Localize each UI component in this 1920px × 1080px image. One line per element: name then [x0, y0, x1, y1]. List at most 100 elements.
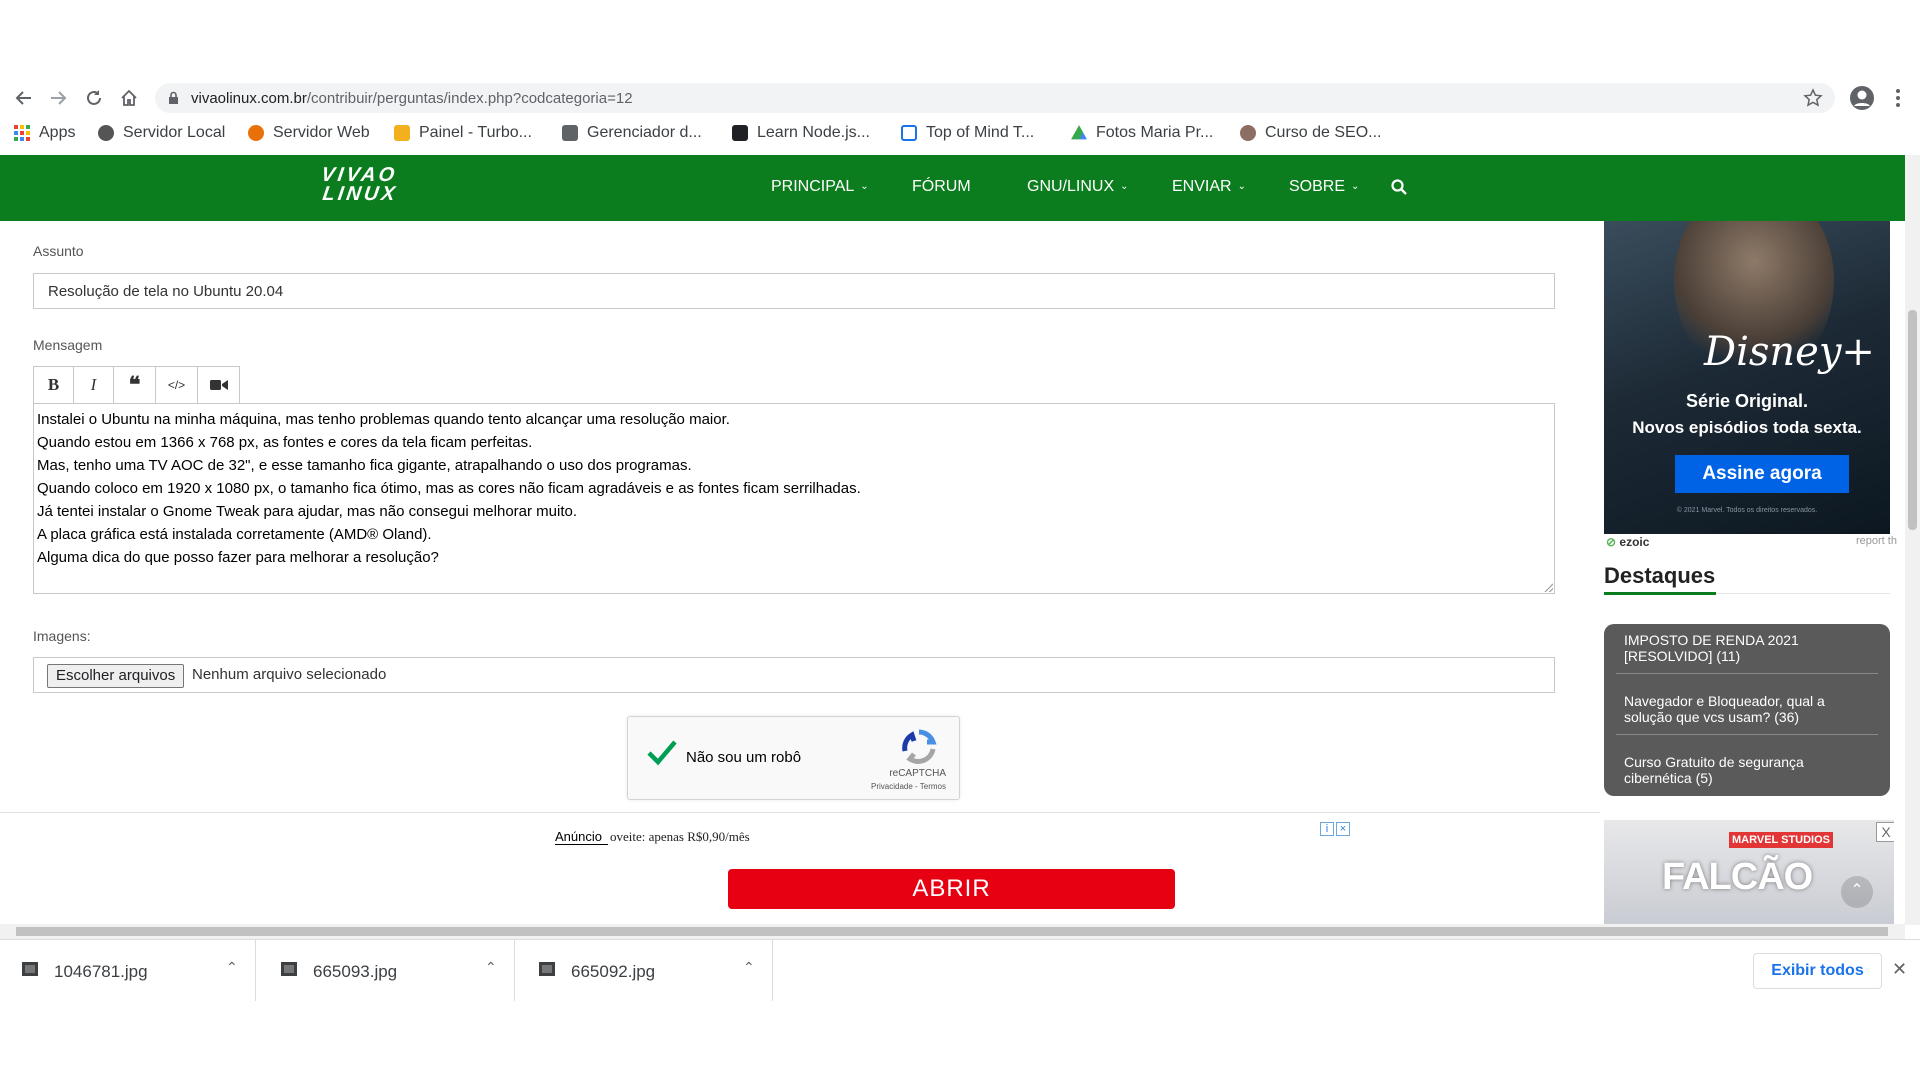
- menu-gnu-linux[interactable]: GNU/LINUX ⌄: [1027, 178, 1129, 196]
- bookmark-label: Servidor Local: [123, 124, 226, 141]
- marvel-falcao-ad[interactable]: MARVEL STUDIOS FALCÃO X ⌃: [1604, 820, 1894, 924]
- bookmark-label: Curso de SEO...: [1265, 124, 1382, 141]
- captcha-terms-link[interactable]: Privacidade - Termos: [871, 782, 946, 791]
- checkmark-icon[interactable]: [646, 739, 678, 772]
- download-shelf: 1046781.jpg ⌃ 665093.jpg ⌃ 665092.jpg ⌃ …: [0, 939, 1920, 1001]
- menu-enviar[interactable]: ENVIAR ⌄: [1172, 178, 1246, 196]
- image-file-icon: [539, 962, 555, 976]
- chevron-up-icon[interactable]: ⌃: [743, 959, 755, 976]
- menu-label: ENVIAR: [1172, 178, 1232, 195]
- ad-headline: Série Original.: [1685, 391, 1809, 411]
- download-filename: 665093.jpg: [313, 962, 398, 981]
- cloud-icon: [248, 125, 264, 141]
- more-menu-icon[interactable]: [1886, 86, 1910, 110]
- horizontal-scrollbar[interactable]: [0, 924, 1905, 939]
- ezoic-badge[interactable]: ⊘ ezoic: [1606, 535, 1649, 549]
- download-item[interactable]: 665093.jpg ⌃: [259, 940, 515, 1001]
- destaque-item[interactable]: IMPOSTO DE RENDA 2021 [RESOLVIDO] (11): [1624, 632, 1874, 664]
- menu-principal[interactable]: PRINCIPAL ⌄: [771, 178, 869, 196]
- disney-plus-ad[interactable]: Disney+ Série Original. Novos episódios …: [1604, 221, 1890, 534]
- report-link[interactable]: report th: [1856, 535, 1897, 547]
- ad-banner: oveite: apenas R$0,90/mês Anúncio i × AB…: [0, 812, 1600, 924]
- ad-close-button[interactable]: X: [1876, 822, 1894, 842]
- ezoic-logo-icon: ⊘: [1606, 535, 1620, 549]
- reload-button[interactable]: [82, 86, 106, 110]
- image-file-icon: [281, 962, 297, 976]
- bookmark-apps[interactable]: Apps: [14, 124, 75, 142]
- ad-info-icon[interactable]: i: [1320, 822, 1334, 836]
- download-filename: 1046781.jpg: [54, 962, 148, 981]
- scrollbar-thumb[interactable]: [16, 927, 1888, 936]
- editor-toolbar: B I ❝ </>: [33, 366, 240, 404]
- download-filename: 665092.jpg: [571, 962, 656, 981]
- scrollbar-thumb[interactable]: [1908, 310, 1917, 530]
- message-line: Mas, tenho uma TV AOC de 32", e esse tam…: [37, 457, 692, 474]
- bookmark-star-icon[interactable]: [1803, 88, 1823, 113]
- browser-toolbar: vivaolinux.com.br/contribuir/perguntas/i…: [0, 78, 1920, 118]
- chevron-down-icon: ⌄: [1351, 181, 1360, 192]
- ad-fine-print: © 2021 Marvel. Todos os direitos reserva…: [1676, 507, 1818, 514]
- bookmark-gerenciador[interactable]: Gerenciador d...: [562, 124, 702, 142]
- address-bar[interactable]: vivaolinux.com.br/contribuir/perguntas/i…: [155, 83, 1835, 113]
- code-button[interactable]: </>: [155, 366, 198, 404]
- bookmark-painel-turbo[interactable]: Painel - Turbo...: [394, 124, 532, 142]
- captcha-brand: reCAPTCHA: [889, 768, 946, 779]
- menu-sobre[interactable]: SOBRE ⌄: [1289, 178, 1359, 196]
- ad-close-icon[interactable]: ×: [1336, 822, 1350, 836]
- bold-button[interactable]: B: [33, 366, 74, 404]
- bookmark-servidor-local[interactable]: Servidor Local: [98, 124, 225, 142]
- back-button[interactable]: [12, 86, 36, 110]
- quote-button[interactable]: ❝: [113, 366, 156, 404]
- resize-handle-icon[interactable]: [1544, 583, 1553, 592]
- menu-forum[interactable]: FÓRUM: [912, 178, 971, 196]
- destaque-item[interactable]: Navegador e Bloqueador, qual a solução q…: [1624, 693, 1874, 725]
- bookmark-label: Top of Mind T...: [926, 124, 1035, 141]
- destaque-item[interactable]: Curso Gratuito de segurança cibernética …: [1624, 754, 1874, 786]
- image-file-icon: [22, 962, 38, 976]
- file-status: Nenhum arquivo selecionado: [192, 666, 387, 683]
- scroll-top-icon[interactable]: ⌃: [1841, 876, 1873, 908]
- ad-brand: Disney+: [1704, 329, 1875, 375]
- message-line: Alguma dica do que posso fazer para melh…: [37, 549, 439, 566]
- message-textarea[interactable]: Instalei o Ubuntu na minha máquina, mas …: [33, 403, 1555, 594]
- lock-icon: [168, 91, 179, 110]
- ezoic-label: ezoic: [1619, 535, 1650, 549]
- chevron-down-icon: ⌄: [1120, 181, 1129, 192]
- profile-avatar-icon[interactable]: [1848, 84, 1876, 112]
- bookmark-curso-seo[interactable]: Curso de SEO...: [1240, 124, 1382, 142]
- destaques-title: Destaques: [1604, 563, 1716, 588]
- forward-button[interactable]: [46, 86, 70, 110]
- site-logo[interactable]: VIVAO LINUX: [317, 164, 401, 205]
- bookmark-fotos[interactable]: Fotos Maria Pr...: [1071, 124, 1213, 142]
- download-item[interactable]: 1046781.jpg ⌃: [0, 940, 256, 1001]
- video-icon: [209, 380, 228, 390]
- choose-files-button[interactable]: Escolher arquivos: [47, 664, 185, 688]
- search-icon[interactable]: [1391, 179, 1407, 200]
- bookmark-learn-node[interactable]: Learn Node.js...: [732, 124, 870, 142]
- ad-subscribe-button[interactable]: Assine agora: [1675, 455, 1849, 493]
- captcha-label: Não sou um robô: [686, 749, 802, 766]
- bookmark-top-of-mind[interactable]: Top of Mind T...: [901, 124, 1034, 142]
- show-all-button[interactable]: Exibir todos: [1753, 953, 1882, 989]
- video-button[interactable]: [197, 366, 240, 404]
- home-button[interactable]: [117, 86, 141, 110]
- bookmark-servidor-web[interactable]: Servidor Web: [248, 124, 370, 142]
- vertical-scrollbar[interactable]: [1905, 155, 1920, 925]
- chevron-up-icon[interactable]: ⌃: [485, 959, 497, 976]
- chevron-up-icon[interactable]: ⌃: [226, 959, 238, 976]
- subject-input[interactable]: Resolução de tela no Ubuntu 20.04: [33, 273, 1555, 309]
- message-line: Já tentei instalar o Gnome Tweak para aj…: [37, 503, 578, 520]
- recaptcha-widget: Não sou um robô reCAPTCHA Privacidade - …: [627, 716, 960, 800]
- images-label: Imagens:: [33, 628, 91, 644]
- close-icon[interactable]: ✕: [1892, 959, 1907, 980]
- download-item[interactable]: 665092.jpg ⌃: [517, 940, 773, 1001]
- bookmark-label: Learn Node.js...: [757, 124, 870, 141]
- ad-title: FALCÃO: [1662, 856, 1813, 898]
- recaptcha-logo-icon: [900, 729, 938, 770]
- manager-icon: [562, 125, 578, 141]
- ad-studio: MARVEL STUDIOS: [1729, 832, 1833, 848]
- italic-button[interactable]: I: [73, 366, 114, 404]
- quote-icon: ❝: [128, 372, 141, 397]
- ad-open-button[interactable]: ABRIR: [728, 869, 1175, 909]
- divider: [1616, 673, 1878, 674]
